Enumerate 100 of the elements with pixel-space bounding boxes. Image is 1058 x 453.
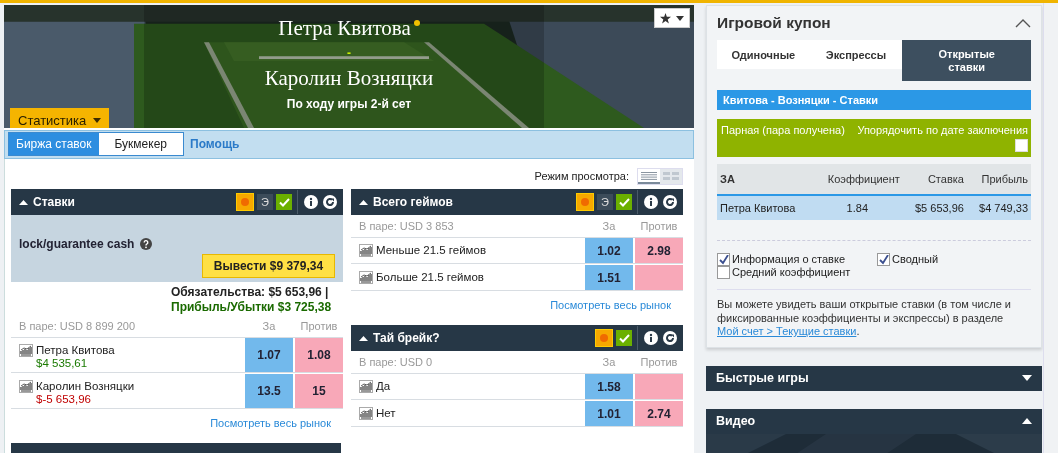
market-title: Всего геймов bbox=[373, 195, 454, 209]
checkbox[interactable] bbox=[717, 266, 730, 279]
caret-icon bbox=[93, 118, 102, 123]
runner-name: Петра Квитова bbox=[36, 344, 115, 357]
view-mode-label: Режим просмотра: bbox=[534, 170, 629, 182]
market-bar: Квитова - Возняцки - Ставки bbox=[717, 90, 1031, 110]
checkmark-toggle[interactable] bbox=[616, 194, 632, 210]
checkbox[interactable] bbox=[877, 253, 890, 266]
chart-icon[interactable] bbox=[359, 271, 373, 284]
checkbox-label: Сводный bbox=[892, 253, 939, 266]
checkbox[interactable] bbox=[717, 253, 730, 266]
lay-odds-button[interactable]: 2.74 bbox=[635, 401, 683, 426]
column-header: Ставка bbox=[902, 164, 967, 195]
versus-separator: - bbox=[347, 45, 351, 62]
column-header: Коэффициент bbox=[811, 164, 903, 195]
caret-icon[interactable] bbox=[1022, 375, 1032, 381]
market-title: Ставки bbox=[33, 195, 76, 209]
info-icon[interactable] bbox=[303, 194, 319, 210]
collapse-icon[interactable] bbox=[359, 199, 368, 205]
sort-label: Упорядочить по дате заключения bbox=[857, 124, 1028, 136]
collapse-icon[interactable] bbox=[359, 335, 368, 341]
runner-name: Да bbox=[376, 380, 391, 393]
market-title: Тай брейк? bbox=[373, 331, 441, 345]
info-icon[interactable] bbox=[643, 194, 659, 210]
refresh-icon[interactable] bbox=[662, 194, 678, 210]
runner-name: Меньше 21.5 геймов bbox=[376, 244, 486, 257]
lay-odds-button[interactable]: 1.08 bbox=[295, 338, 343, 372]
chart-icon[interactable] bbox=[19, 344, 33, 357]
liability-text: Обязательства: $5 653,96 | bbox=[171, 285, 329, 300]
lay-column-header: Против bbox=[639, 356, 679, 368]
panel-header[interactable]: Быстрые игры bbox=[706, 365, 1042, 391]
back-odds-button[interactable]: 1.07 bbox=[245, 338, 293, 372]
open-bets-note: Вы можете увидеть ваши открытые ставки (в том числе и фиксированные коэффициенты и экспрессы) в разделе Мой счет > Текущие ставки. bbox=[717, 298, 1012, 339]
chart-icon[interactable] bbox=[19, 380, 33, 393]
panel-header[interactable]: Видео bbox=[706, 408, 1042, 434]
panel-title: Видео bbox=[716, 414, 756, 428]
matched-amount: В паре: USD 0 bbox=[358, 356, 434, 368]
info-icon[interactable] bbox=[643, 330, 659, 346]
column-header: ЗА bbox=[717, 164, 812, 195]
coupon-tab[interactable]: Экспрессы bbox=[809, 40, 903, 69]
runner-name: Больше 21.5 геймов bbox=[376, 271, 484, 284]
checkbox-label: Средний коэффициент bbox=[732, 266, 851, 279]
back-column-header: За bbox=[601, 356, 617, 368]
chart-icon[interactable] bbox=[359, 244, 373, 257]
back-odds-button[interactable]: 13.5 bbox=[245, 374, 293, 408]
empty-lay-cell[interactable] bbox=[635, 265, 683, 290]
runner-profit-loss: $-5 653,96 bbox=[36, 393, 92, 406]
back-odds-button[interactable]: 1.02 bbox=[585, 238, 633, 263]
e-toggle[interactable]: Э bbox=[257, 194, 273, 210]
back-column-header: За bbox=[261, 320, 277, 332]
coupon-tab[interactable]: Одиночные bbox=[717, 40, 810, 69]
match-status: По ходу игры 2-й сет bbox=[286, 97, 412, 111]
view-full-market-link[interactable]: Посмотреть весь рынок bbox=[210, 417, 331, 429]
caret-icon[interactable] bbox=[1022, 418, 1032, 424]
back-odds-button[interactable]: 1.58 bbox=[585, 374, 633, 399]
exchange-tab[interactable]: Букмекер bbox=[98, 133, 184, 156]
collapse-icon[interactable] bbox=[19, 199, 28, 205]
help-icon[interactable] bbox=[140, 238, 153, 250]
matched-amount: В паре: USD 3 853 bbox=[358, 220, 455, 232]
lay-odds-button[interactable]: 2.98 bbox=[635, 238, 683, 263]
matched-amount: В паре: USD 8 899 200 bbox=[18, 320, 137, 332]
lay-column-header: Против bbox=[639, 220, 679, 232]
caret-icon bbox=[676, 15, 684, 21]
dot-toggle[interactable] bbox=[595, 329, 613, 347]
cashout-label: lock/guarantee cash bbox=[19, 237, 135, 251]
back-column-header: За bbox=[601, 220, 617, 232]
table-cell: 1.84 bbox=[811, 195, 903, 220]
profit-loss-text: Прибыль/Убытки $3 725,38 bbox=[171, 300, 332, 315]
table-cell: Петра Квитова bbox=[717, 195, 812, 220]
coupon-title: Игровой купон bbox=[717, 14, 831, 32]
checkbox-label: Информация о ставке bbox=[732, 253, 845, 266]
chart-icon[interactable] bbox=[359, 380, 373, 393]
chevron-icon[interactable] bbox=[1015, 18, 1031, 28]
refresh-icon[interactable] bbox=[322, 194, 338, 210]
chart-icon[interactable] bbox=[359, 407, 373, 420]
runner-name: Каролин Возняцки bbox=[36, 380, 135, 393]
back-odds-button[interactable]: 1.01 bbox=[585, 401, 633, 426]
runner-profit-loss: $4 535,61 bbox=[36, 357, 89, 370]
view-full-market-link[interactable]: Посмотреть весь рынок bbox=[550, 299, 671, 311]
lay-column-header: Против bbox=[299, 320, 339, 332]
back-odds-button[interactable]: 1.51 bbox=[585, 265, 633, 290]
favorite-button[interactable] bbox=[654, 8, 690, 28]
statistics-button[interactable]: Статистика bbox=[10, 108, 110, 128]
column-header: Прибыль bbox=[966, 164, 1031, 195]
filter-status: Парная (пара получена) bbox=[721, 124, 845, 138]
e-toggle[interactable]: Э bbox=[597, 194, 613, 210]
player-name: Петра Квитова bbox=[278, 15, 411, 41]
checkmark-toggle[interactable] bbox=[276, 194, 292, 210]
cash-out-button[interactable]: Вывести $9 379,34 bbox=[202, 254, 335, 278]
dot-toggle[interactable] bbox=[576, 193, 594, 211]
checkmark-toggle[interactable] bbox=[616, 330, 632, 346]
coupon-tab[interactable]: Открытые ставки bbox=[902, 40, 1031, 81]
star-icon bbox=[660, 12, 671, 24]
refresh-icon[interactable] bbox=[662, 330, 678, 346]
panel-title: Быстрые игры bbox=[716, 371, 809, 385]
empty-lay-cell[interactable] bbox=[635, 374, 683, 399]
dot-toggle[interactable] bbox=[236, 193, 254, 211]
player-name: Каролин Возняцки bbox=[264, 65, 434, 91]
lay-odds-button[interactable]: 15 bbox=[295, 374, 343, 408]
runner-name: Нет bbox=[376, 407, 396, 420]
